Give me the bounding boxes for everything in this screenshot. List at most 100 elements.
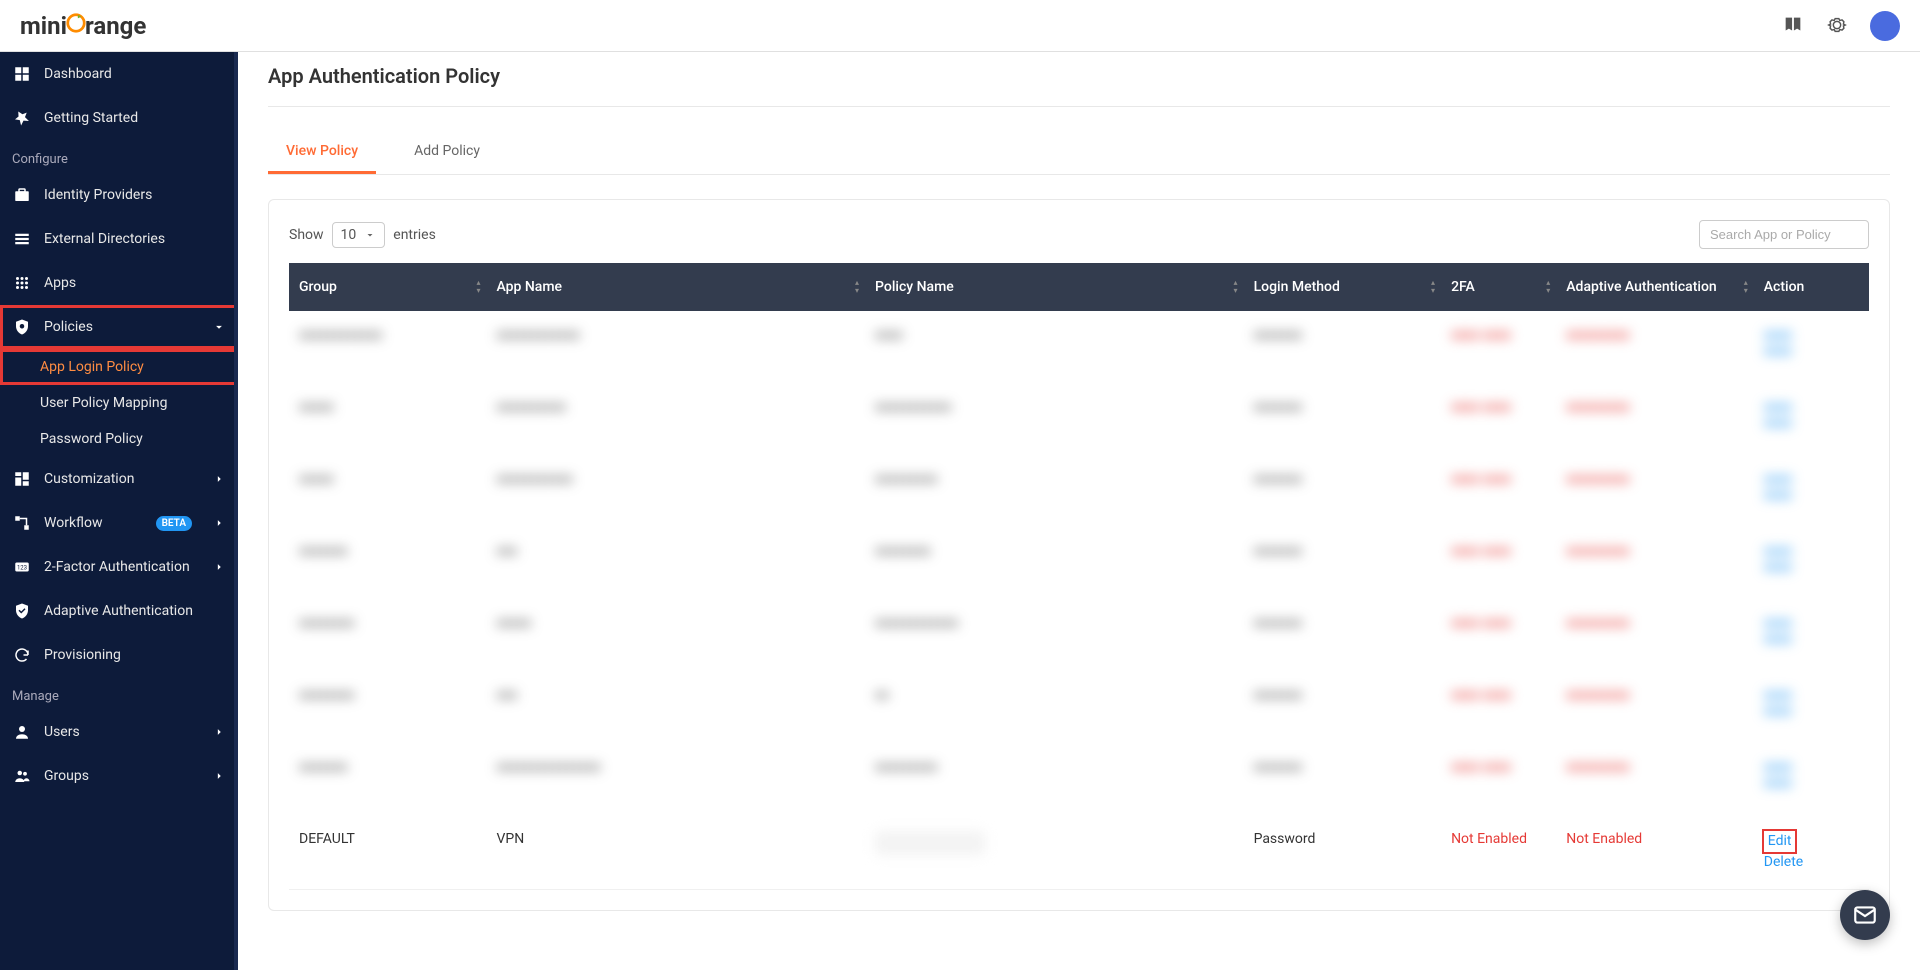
sidebar-item-identity-providers[interactable]: Identity Providers: [0, 173, 238, 217]
table-row: xxxxxxxxxxxxxxxxxxxxxxxxxxxxx xxxxxxxxxx…: [289, 523, 1869, 595]
tab-view-policy[interactable]: View Policy: [268, 131, 376, 174]
th-login-method[interactable]: Login Method: [1244, 263, 1442, 311]
logo[interactable]: mini range: [20, 11, 146, 41]
sidebar-label: Policies: [44, 319, 93, 335]
logo-text-mini: mini: [20, 12, 67, 40]
table-row: xxxxxxxxxxxxxxxxxxxxxxxx xxxxxxxxxxxxxxx…: [289, 667, 1869, 739]
sidebar-label: Provisioning: [44, 647, 121, 663]
sidebar-label: Groups: [44, 768, 89, 784]
table-row: xxxxxxxxxxxxxxxxxxxxxxxxxxxxxxxxxxxxx xx…: [289, 379, 1869, 451]
sidebar-item-groups[interactable]: Groups: [0, 754, 238, 798]
topbar-right: [1782, 11, 1900, 41]
sidebar-label: Adaptive Authentication: [44, 603, 193, 619]
sidebar-label: Identity Providers: [44, 187, 152, 203]
show-entries: Show 10 entries: [289, 222, 436, 248]
card-controls: Show 10 entries: [289, 220, 1869, 249]
sidebar-item-policies[interactable]: Policies: [0, 305, 238, 349]
shield-icon: [12, 317, 32, 337]
table-row: xxxxxxxxxxxxxxxxxxxxxxxxxxxxxxxxxxxx xxx…: [289, 595, 1869, 667]
sidebar-item-external-directories[interactable]: External Directories: [0, 217, 238, 261]
apps-icon: [12, 273, 32, 293]
cell-app-name: VPN: [487, 811, 866, 890]
sync-icon: [12, 645, 32, 665]
edit-link[interactable]: Edit: [1764, 831, 1796, 852]
th-action: Action: [1754, 263, 1869, 311]
cell-group: DEFAULT: [289, 811, 487, 890]
sidebar-item-apps[interactable]: Apps: [0, 261, 238, 305]
tab-add-policy[interactable]: Add Policy: [396, 131, 498, 174]
sidebar-item-users[interactable]: Users: [0, 710, 238, 754]
th-2fa[interactable]: 2FA: [1441, 263, 1556, 311]
user-icon: [12, 722, 32, 742]
chevron-down-icon: [364, 229, 376, 241]
search-input[interactable]: [1699, 220, 1869, 249]
sidebar-sub-password-policy[interactable]: Password Policy: [0, 421, 238, 457]
avatar[interactable]: [1870, 11, 1900, 41]
rocket-icon: [12, 108, 32, 128]
briefcase-icon: [12, 185, 32, 205]
sidebar-label: Workflow: [44, 515, 103, 531]
sidebar-label: Customization: [44, 471, 134, 487]
beta-badge: BETA: [156, 516, 192, 531]
table-row: xxxxxxxxxxxxxxxxxxxxxxxxxxxxxxxxxxxxxxxx…: [289, 739, 1869, 811]
chevron-right-icon: [212, 516, 226, 530]
gear-icon[interactable]: [1826, 14, 1850, 38]
logo-text-range: range: [85, 12, 146, 40]
chevron-right-icon: [212, 472, 226, 486]
sidebar-item-dashboard[interactable]: Dashboard: [0, 52, 238, 96]
logo-orange-icon: [65, 11, 87, 41]
sidebar-item-2fa[interactable]: 123 2-Factor Authentication: [0, 545, 238, 589]
th-adaptive-auth[interactable]: Adaptive Authentication: [1556, 263, 1754, 311]
sidebar-section-configure: Configure: [0, 140, 238, 173]
sidebar-label: 2-Factor Authentication: [44, 559, 190, 575]
sidebar: Dashboard Getting Started Configure Iden…: [0, 52, 238, 970]
cell-policy-name: [865, 811, 1244, 890]
show-label: Show: [289, 227, 324, 243]
sidebar-item-customization[interactable]: Customization: [0, 457, 238, 501]
table-row: xxxxxxxxxxxxxxxxxxxxxxxxxxxxxxxxxxxx xxx…: [289, 451, 1869, 523]
table-row: xxxxxxxxxxxxxxxxxxxxxxxxxxxxxxxxxxxxxxx …: [289, 311, 1869, 379]
sidebar-label: External Directories: [44, 231, 165, 247]
docs-icon[interactable]: [1782, 14, 1806, 38]
chevron-down-icon: [212, 320, 226, 334]
shield-check-icon: [12, 601, 32, 621]
entries-label: entries: [393, 227, 436, 243]
sidebar-sub-app-login-policy[interactable]: App Login Policy: [0, 349, 238, 385]
svg-text:123: 123: [17, 564, 27, 571]
sidebar-item-adaptive-auth[interactable]: Adaptive Authentication: [0, 589, 238, 633]
customization-icon: [12, 469, 32, 489]
tabs: View Policy Add Policy: [268, 131, 1890, 175]
policy-table: Group App Name Policy Name Login Method …: [289, 263, 1869, 890]
sidebar-item-workflow[interactable]: Workflow BETA: [0, 501, 238, 545]
list-icon: [12, 229, 32, 249]
cell-action: Edit Delete: [1754, 811, 1869, 890]
th-group[interactable]: Group: [289, 263, 487, 311]
groups-icon: [12, 766, 32, 786]
workflow-icon: [12, 513, 32, 533]
th-policy-name[interactable]: Policy Name: [865, 263, 1244, 311]
sidebar-label: Getting Started: [44, 110, 138, 126]
sidebar-section-manage: Manage: [0, 677, 238, 710]
page-title: App Authentication Policy: [268, 64, 1890, 107]
page-size-value: 10: [341, 227, 357, 243]
table-row: DEFAULT VPN Password Not Enabled Not Ena…: [289, 811, 1869, 890]
cell-2fa: Not Enabled: [1441, 811, 1556, 890]
cell-adaptive-auth: Not Enabled: [1556, 811, 1754, 890]
topbar: mini range: [0, 0, 1920, 52]
chat-fab[interactable]: [1840, 890, 1890, 940]
policy-card: Show 10 entries Group App Name Policy Na…: [268, 199, 1890, 911]
sidebar-label: Users: [44, 724, 80, 740]
sidebar-sub-user-policy-mapping[interactable]: User Policy Mapping: [0, 385, 238, 421]
delete-link[interactable]: Delete: [1764, 852, 1859, 873]
dashboard-icon: [12, 64, 32, 84]
th-app-name[interactable]: App Name: [487, 263, 866, 311]
cell-login-method: Password: [1244, 811, 1442, 890]
sidebar-label: Dashboard: [44, 66, 112, 82]
chevron-right-icon: [212, 725, 226, 739]
sidebar-item-provisioning[interactable]: Provisioning: [0, 633, 238, 677]
mail-icon: [1852, 902, 1878, 928]
number-icon: 123: [12, 557, 32, 577]
chevron-right-icon: [212, 560, 226, 574]
page-size-select[interactable]: 10: [332, 222, 386, 248]
sidebar-item-getting-started[interactable]: Getting Started: [0, 96, 238, 140]
